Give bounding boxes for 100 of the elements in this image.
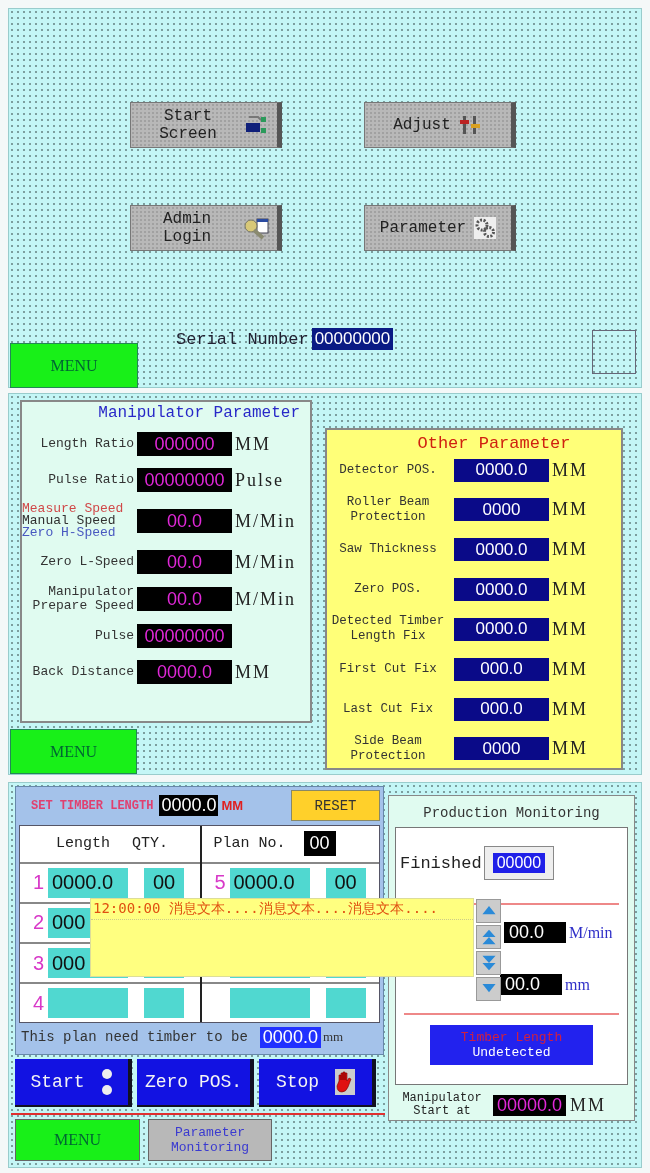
- unit-label: MM: [552, 539, 588, 561]
- parameter-label: Detector POS.: [338, 462, 438, 478]
- value-field[interactable]: 0000.0: [454, 617, 549, 641]
- unit-label: mm: [322, 1029, 344, 1046]
- value-field[interactable]: 0000.0: [454, 578, 549, 602]
- reset-button[interactable]: RESET: [291, 790, 380, 822]
- parameter-label: Pulse Ratio: [47, 473, 134, 487]
- unit-label: MM: [552, 698, 588, 720]
- table-cell[interactable]: 00: [144, 867, 184, 898]
- finished-count: 00000: [492, 853, 546, 873]
- menu-button[interactable]: Parameter: [364, 205, 516, 251]
- table-cell[interactable]: [229, 988, 310, 1019]
- hand-icon: [335, 1069, 356, 1095]
- unit-label: MM: [221, 798, 244, 814]
- serial-number-value: 00000000: [311, 328, 394, 350]
- table-cell[interactable]: [144, 988, 184, 1019]
- row-number: 4: [31, 991, 44, 1015]
- parameter-label: Back Distance: [31, 665, 134, 679]
- unit-label: M/Min: [235, 510, 296, 532]
- table-cell[interactable]: 00: [325, 867, 366, 898]
- row-number: 5: [213, 871, 226, 895]
- value-field[interactable]: 000.0: [454, 697, 549, 721]
- scroll-down-button[interactable]: [476, 977, 501, 1001]
- value-field[interactable]: 0000.0: [259, 1026, 321, 1048]
- status-text: Timber Length: [460, 1030, 563, 1045]
- unit-label: MM: [570, 1094, 607, 1116]
- value-field[interactable]: 0000.0: [454, 538, 549, 562]
- gears-icon: [474, 217, 497, 239]
- value-field[interactable]: 0000.0: [159, 795, 219, 817]
- menu-button[interactable]: Adjust: [364, 102, 516, 148]
- table-cell[interactable]: [48, 988, 128, 1019]
- value-field[interactable]: 0000.0: [137, 660, 232, 684]
- double-up-button[interactable]: [476, 925, 501, 949]
- last-cut-value: 00.0: [500, 974, 562, 995]
- parameter-label: Zero L-Speed: [39, 555, 134, 569]
- parameter-label: Zero H-Speed: [22, 527, 117, 539]
- column-header: Plan No.: [213, 835, 286, 852]
- action-button[interactable]: Stop: [259, 1059, 376, 1107]
- unit-label: MM: [235, 433, 271, 455]
- plan-number-field[interactable]: 00: [303, 831, 336, 856]
- row-number: 3: [31, 951, 44, 975]
- parameter-label: First Cut Fix: [338, 661, 438, 677]
- parameter-label: Saw Thickness: [338, 542, 438, 558]
- unit-label: MM: [552, 459, 588, 481]
- parameter-label: Manual Speed: [22, 515, 116, 527]
- table-cell[interactable]: 0000.0: [48, 867, 128, 898]
- menu-button[interactable]: Admin Login: [130, 205, 282, 251]
- value-field[interactable]: 000.0: [454, 657, 549, 681]
- value-field[interactable]: 0000: [454, 498, 549, 522]
- unit-label: M/min: [569, 923, 613, 942]
- value-field[interactable]: 0000: [454, 737, 549, 761]
- menu-button[interactable]: MENU: [10, 343, 138, 388]
- column-header: Length: [56, 835, 110, 852]
- value-field[interactable]: 00.0: [137, 509, 232, 533]
- unit-label: Pulse: [235, 469, 284, 491]
- row-number: 2: [31, 911, 44, 935]
- value-field[interactable]: 00.0: [137, 550, 232, 574]
- menu-button[interactable]: MENU: [10, 729, 137, 774]
- value-field[interactable]: 00000.0: [493, 1094, 567, 1116]
- double-down-button[interactable]: [476, 951, 501, 975]
- action-button[interactable]: Start: [15, 1059, 132, 1107]
- timber-needed-label: This plan need timber to be: [21, 1029, 248, 1046]
- menu-button[interactable]: MENU: [15, 1119, 140, 1161]
- speed-value: 00.0: [504, 922, 566, 943]
- parameter-label: Side Beam Protection: [349, 733, 427, 764]
- page-button[interactable]: Parameter Monitoring: [148, 1119, 272, 1161]
- value-field[interactable]: 00000000: [137, 624, 232, 648]
- message-text: 12:00:00 消息文本....消息文本....消息文本....: [91, 899, 473, 920]
- blank-panel[interactable]: [592, 330, 636, 374]
- parameter-label: Zero POS.: [353, 582, 423, 598]
- status-text: Undetected: [472, 1045, 551, 1060]
- panel-title: Other Parameter: [416, 434, 572, 453]
- dots-icon: [100, 1068, 113, 1096]
- scroll-up-button[interactable]: [476, 899, 501, 923]
- table-cell[interactable]: [325, 988, 366, 1019]
- unit-label: MM: [552, 658, 588, 680]
- column-header: QTY.: [132, 835, 169, 852]
- parameter-label: Last Cut Fix: [342, 701, 434, 717]
- value-field[interactable]: 0000.0: [454, 458, 549, 482]
- parameter-label: Measure Speed: [22, 503, 125, 515]
- value-field[interactable]: 00.0: [137, 587, 232, 611]
- monitor-icon: [244, 114, 268, 136]
- unit-label: M/Min: [235, 588, 296, 610]
- start-position-label: Manipulator Start at: [401, 1092, 483, 1118]
- action-button[interactable]: Zero POS.: [137, 1059, 254, 1107]
- parameter-label: Pulse: [94, 629, 134, 643]
- unit-label: M/Min: [235, 551, 296, 573]
- panel-title: Production Monitoring: [422, 805, 601, 821]
- unit-label: mm: [565, 975, 590, 994]
- unit-label: MM: [552, 618, 588, 640]
- panel-title: Manipulator Parameter: [97, 404, 301, 422]
- menu-button[interactable]: Start Screen: [130, 102, 282, 148]
- unit-label: MM: [552, 579, 588, 601]
- table-cell[interactable]: 0000.0: [229, 867, 310, 898]
- parameter-label: Manipulator Prepare Speed: [31, 585, 134, 613]
- row-number: 1: [31, 871, 44, 895]
- value-field[interactable]: 000000: [137, 432, 232, 456]
- unit-label: MM: [552, 738, 588, 760]
- value-field[interactable]: 00000000: [137, 468, 232, 492]
- set-length-label: SET TIMBER LENGTH: [31, 798, 154, 813]
